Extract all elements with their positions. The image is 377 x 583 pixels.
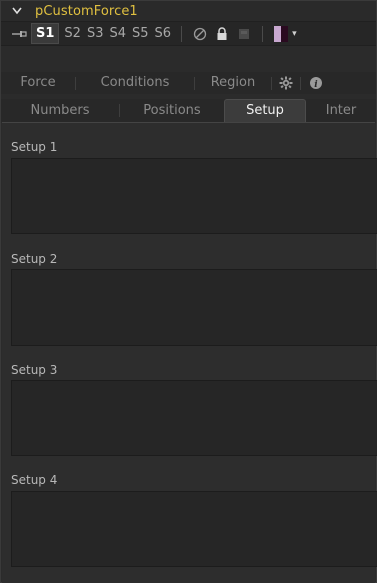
slot-button-s6[interactable]: S6: [152, 23, 175, 44]
tab-row-lower: Numbers Positions Setup Inter: [1, 99, 376, 122]
tab-numbers[interactable]: Numbers: [1, 100, 119, 122]
setup-field-3[interactable]: [11, 380, 377, 456]
tab-force[interactable]: Force: [1, 72, 75, 94]
disable-icon[interactable]: [191, 23, 209, 44]
tab-setup[interactable]: Setup: [224, 99, 306, 122]
slot-button-s3[interactable]: S3: [84, 23, 107, 44]
gear-icon[interactable]: [272, 72, 300, 94]
tool-name: pCustomForce1: [35, 3, 138, 19]
tab-conditions[interactable]: Conditions: [76, 72, 194, 94]
chevron-down-icon[interactable]: [7, 1, 27, 21]
cache-icon[interactable]: [235, 23, 253, 44]
swatch-dropdown-icon[interactable]: ▾: [292, 29, 297, 39]
version-toolbar: S1 S2 S3 S4 S5 S6 ▾: [1, 21, 376, 46]
setup-field-4[interactable]: [11, 491, 377, 567]
tab-inter[interactable]: Inter: [306, 100, 376, 122]
slot-button-s5[interactable]: S5: [129, 23, 152, 44]
slot-button-s1[interactable]: S1: [31, 23, 60, 44]
setup-label-3: Setup 3: [11, 363, 58, 377]
swatch-color-a: [274, 25, 282, 42]
setup-label-1: Setup 1: [11, 140, 58, 154]
color-swatch[interactable]: [274, 25, 289, 42]
tab-row-upper: Force Conditions Region i: [1, 72, 376, 94]
setup-content: Setup 1 Setup 2 Setup 3 Setup 4: [2, 122, 377, 583]
tab-region[interactable]: Region: [195, 72, 271, 94]
pin-icon[interactable]: [7, 22, 31, 45]
slot-button-s4[interactable]: S4: [106, 23, 129, 44]
svg-text:i: i: [314, 80, 318, 90]
setup-field-2[interactable]: [11, 269, 377, 346]
lock-icon[interactable]: [213, 23, 231, 44]
toolbar-divider: [262, 25, 264, 42]
slot-button-s2[interactable]: S2: [61, 23, 84, 44]
toolbar-divider: [181, 25, 183, 42]
tool-header[interactable]: pCustomForce1: [1, 1, 376, 21]
inspector-panel: pCustomForce1 S1 S2 S3 S4 S5 S6 ▾ Force …: [0, 0, 377, 583]
info-icon[interactable]: i: [301, 72, 331, 94]
setup-field-1[interactable]: [11, 158, 377, 234]
setup-label-4: Setup 4: [11, 473, 58, 487]
tab-positions[interactable]: Positions: [120, 100, 224, 122]
setup-label-2: Setup 2: [11, 252, 58, 266]
swatch-color-b: [281, 25, 289, 42]
